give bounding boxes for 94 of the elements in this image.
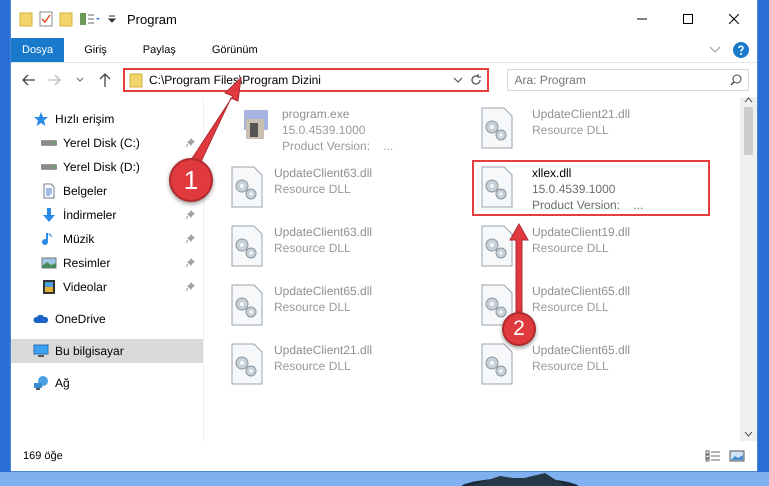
gear-file-icon [230, 343, 264, 385]
gear-file-icon [230, 284, 264, 326]
file-item[interactable]: xllex.dll 15.0.4539.1000 Product Version: ... [472, 160, 710, 216]
file-name: xllex.dll [532, 166, 572, 180]
pin-icon [185, 282, 195, 292]
pin-icon [185, 234, 195, 244]
sidebar-item[interactable]: Bu bilgisayar [11, 339, 203, 363]
scroll-down-icon[interactable] [744, 431, 753, 437]
sidebar-label: İndirmeler [63, 208, 118, 222]
dropdown-icon[interactable] [453, 77, 464, 83]
file-name: UpdateClient21.dll [532, 107, 630, 121]
file-detail: Product Version: ... [532, 198, 644, 212]
drive-icon [41, 140, 57, 146]
sidebar-label: OneDrive [55, 312, 106, 326]
file-detail: 15.0.4539.1000 [532, 182, 616, 196]
sidebar-label: Belgeler [63, 184, 108, 198]
film-icon [41, 279, 57, 295]
file-name: UpdateClient63.dll [274, 166, 372, 180]
ribbon-tab[interactable]: Dosya [11, 38, 64, 62]
scrollbar-thumb[interactable] [744, 107, 753, 155]
sidebar-item[interactable]: Resimler [11, 251, 203, 275]
gear-file-icon [230, 166, 264, 208]
callout-number: 2 [502, 312, 536, 346]
pictures-icon [41, 255, 57, 271]
file-name: UpdateClient65.dll [274, 284, 372, 298]
pin-icon [185, 258, 195, 268]
sidebar-label: Yerel Disk (C:) [63, 136, 141, 150]
sidebar-item[interactable]: OneDrive [11, 307, 114, 331]
search-icon[interactable] [730, 74, 742, 86]
scroll-up-icon[interactable] [744, 97, 753, 103]
sidebar-label: Bu bilgisayar [55, 344, 125, 358]
sidebar-item[interactable]: Yerel Disk (D:) [11, 155, 148, 179]
network-icon [33, 375, 49, 391]
sidebar-item[interactable]: Yerel Disk (C:) [11, 131, 203, 155]
gear-file-icon [480, 284, 514, 326]
file-detail: Resource DLL [274, 300, 352, 314]
expand-ribbon-icon[interactable] [709, 46, 721, 54]
gear-file-icon [480, 343, 514, 385]
properties-icon[interactable] [39, 11, 53, 27]
maximize-icon [683, 14, 693, 24]
gear-file-icon [480, 225, 514, 267]
file-detail: Resource DLL [532, 241, 610, 255]
view-options-icon[interactable] [79, 11, 101, 27]
item-count: 169 öğe [23, 450, 63, 462]
file-detail: 15.0.4539.1000 [282, 123, 366, 137]
sidebar-item[interactable]: Belgeler [11, 179, 116, 203]
gear-file-icon [480, 107, 514, 149]
sidebar-item[interactable]: İndirmeler [11, 203, 203, 227]
file-name: UpdateClient63.dll [274, 225, 372, 239]
sidebar-label: Yerel Disk (D:) [63, 160, 140, 174]
scrollbar[interactable] [740, 97, 757, 441]
document-icon [41, 183, 57, 199]
star-icon [33, 111, 49, 127]
gear-file-icon [230, 225, 264, 267]
file-name: program.exe [282, 107, 350, 121]
sidebar-label: Hızlı erişim [55, 112, 114, 126]
ribbon-tab[interactable]: Görünüm [196, 38, 274, 62]
close-icon [729, 14, 739, 24]
large-icons-view-icon[interactable] [729, 450, 745, 462]
sidebar-item[interactable]: Müzik [11, 227, 203, 251]
folder-icon [128, 72, 143, 88]
search-field[interactable]: Ara: Program [507, 69, 750, 91]
pin-icon [185, 138, 195, 148]
sidebar-item[interactable]: Hızlı erişim [11, 107, 122, 131]
file-detail: Resource DLL [532, 300, 610, 314]
help-icon[interactable] [733, 42, 749, 58]
minimize-icon [637, 18, 647, 20]
file-name: UpdateClient21.dll [274, 343, 372, 357]
pin-icon [185, 210, 195, 220]
file-name: UpdateClient19.dll [532, 225, 630, 239]
gear-file-icon [480, 166, 514, 208]
file-detail: Resource DLL [532, 123, 610, 137]
download-icon [41, 207, 57, 223]
ribbon-tab[interactable]: Paylaş [126, 38, 192, 62]
sidebar-label: Müzik [63, 232, 96, 246]
sidebar-item[interactable]: Ağ [11, 371, 78, 395]
file-detail: Product Version: ... [282, 139, 394, 153]
file-detail: Resource DLL [274, 182, 352, 196]
window-title: Program [127, 12, 177, 26]
sidebar-item[interactable]: Videolar [11, 275, 203, 299]
file-name: UpdateClient65.dll [532, 284, 630, 298]
drive-icon [41, 164, 57, 170]
computer-icon [33, 343, 49, 359]
refresh-icon[interactable] [469, 73, 484, 87]
sidebar-label: Ağ [55, 376, 70, 390]
file-detail: Resource DLL [532, 359, 610, 373]
ribbon-tab[interactable]: Giriş [68, 38, 123, 62]
file-detail: Resource DLL [274, 359, 352, 373]
file-name: UpdateClient65.dll [532, 343, 630, 357]
callout-number: 1 [169, 158, 213, 202]
sidebar-label: Resimler [63, 256, 112, 270]
file-detail: Resource DLL [274, 241, 352, 255]
details-view-icon[interactable] [705, 450, 721, 462]
sidebar-label: Videolar [63, 280, 108, 294]
